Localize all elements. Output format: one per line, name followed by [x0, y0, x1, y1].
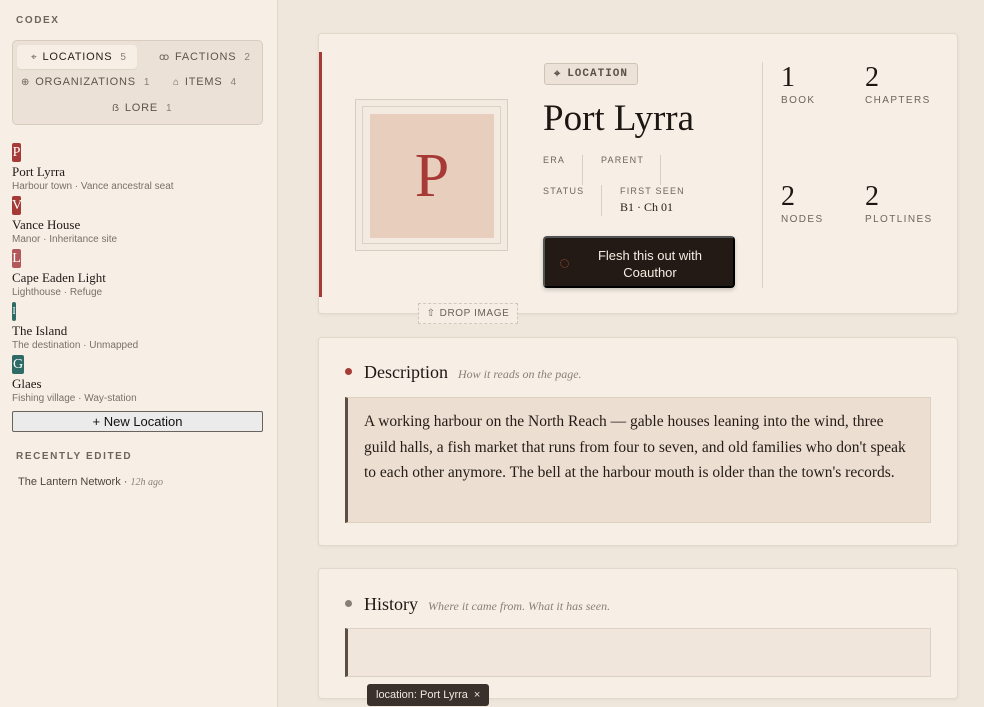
status-dot	[345, 368, 352, 375]
accent-bar	[319, 52, 322, 297]
status-label: STATUS	[543, 186, 585, 196]
stat-chapters: 2 CHAPTERS	[865, 62, 931, 107]
status-dot	[345, 600, 352, 607]
tab-organizations[interactable]: ⊕ ORGANIZATIONS 1	[21, 70, 151, 94]
history-text[interactable]	[345, 628, 931, 677]
location-subtitle: Manor · Inheritance site	[12, 234, 118, 245]
category-tabs: ⌖ LOCATIONS 5 ꝏ FACTIONS 2 ⊕ ORGANIZATIO…	[12, 40, 263, 125]
tab-factions[interactable]: ꝏ FACTIONS 2	[159, 45, 259, 69]
page-title: Port Lyrra	[543, 98, 695, 139]
scroll-icon: ẞ	[112, 102, 120, 114]
location-item[interactable]: I The Island The destination · Unmapped	[12, 302, 138, 351]
location-subtitle: Harbour town · Vance ancestral seat	[12, 181, 174, 192]
location-name: Cape Eaden Light	[12, 270, 106, 285]
location-badge: L	[12, 249, 21, 268]
location-item[interactable]: L Cape Eaden Light Lighthouse · Refuge	[12, 249, 106, 298]
location-name: The Island	[12, 323, 68, 338]
location-item[interactable]: P Port Lyrra Harbour town · Vance ancest…	[12, 143, 174, 192]
codex-heading: CODEX	[16, 15, 60, 26]
section-title: History	[364, 594, 418, 614]
section-title: Description	[364, 362, 448, 382]
upload-icon: ⇧	[426, 308, 436, 319]
close-icon[interactable]: ×	[474, 689, 480, 701]
tab-locations[interactable]: ⌖ LOCATIONS 5	[17, 45, 137, 69]
location-badge: I	[12, 302, 16, 321]
coauthor-button[interactable]: Flesh this out with Coauthor	[543, 236, 735, 288]
stat-plotlines: 2 PLOTLINES	[865, 181, 933, 226]
location-badge: V	[12, 196, 21, 215]
recently-edited-heading: RECENTLY EDITED	[16, 451, 133, 462]
sidebar: CODEX ⌖ LOCATIONS 5 ꝏ FACTIONS 2 ⊕ ORGAN…	[0, 0, 278, 707]
era-label: ERA	[543, 155, 566, 165]
new-location-button[interactable]: + New Location	[12, 411, 263, 432]
location-subtitle: Lighthouse · Refuge	[12, 287, 103, 298]
location-subtitle: Fishing village · Way-station	[12, 393, 137, 404]
location-name: Glaes	[12, 376, 42, 391]
image-frame[interactable]: P ⇧ DROP IMAGE	[355, 99, 518, 324]
context-chip[interactable]: location: Port Lyrra ×	[367, 684, 490, 706]
pin-icon: ⌖	[31, 51, 38, 63]
drop-image-button[interactable]: ⇧ DROP IMAGE	[418, 303, 518, 324]
stat-books: 1 BOOK	[781, 62, 816, 107]
recent-item[interactable]: The Lantern Network · 12h ago	[18, 476, 163, 488]
parent-label: PARENT	[601, 155, 645, 165]
recent-time: 12h ago	[130, 477, 164, 488]
location-subtitle: The destination · Unmapped	[12, 340, 139, 351]
location-hero-card: P ⇧ DROP IMAGE ⌖ LOCATION Port Lyrra ERA…	[318, 33, 958, 324]
people-icon: ꝏ	[159, 51, 170, 63]
location-badge: G	[12, 355, 24, 374]
tab-lore[interactable]: ẞ LORE 1	[112, 96, 182, 120]
first-seen-value: B1 · Ch 01	[620, 200, 674, 214]
pin-icon: ⌖	[554, 67, 562, 80]
spinner-icon	[560, 259, 569, 268]
image-placeholder: P	[370, 114, 494, 238]
description-section: Description How it reads on the page. A …	[318, 337, 958, 546]
location-item[interactable]: G Glaes Fishing village · Way-station	[12, 355, 137, 404]
globe-icon: ⊕	[21, 76, 31, 88]
bag-icon: ⌂	[173, 76, 180, 88]
location-name: Vance House	[12, 217, 81, 232]
description-text[interactable]: A working harbour on the North Reach — g…	[345, 397, 931, 523]
first-seen-label: FIRST SEEN	[620, 186, 685, 196]
section-hint: How it reads on the page.	[457, 367, 582, 381]
type-badge: ⌖ LOCATION	[544, 63, 639, 85]
stat-nodes: 2 NODES	[781, 181, 824, 226]
location-item[interactable]: V Vance House Manor · Inheritance site	[12, 196, 117, 245]
tab-items[interactable]: ⌂ ITEMS 4	[173, 70, 253, 94]
location-badge: P	[12, 143, 21, 162]
section-hint: Where it came from. What it has seen.	[428, 599, 611, 613]
location-name: Port Lyrra	[12, 164, 66, 179]
history-section: History Where it came from. What it has …	[318, 568, 958, 699]
